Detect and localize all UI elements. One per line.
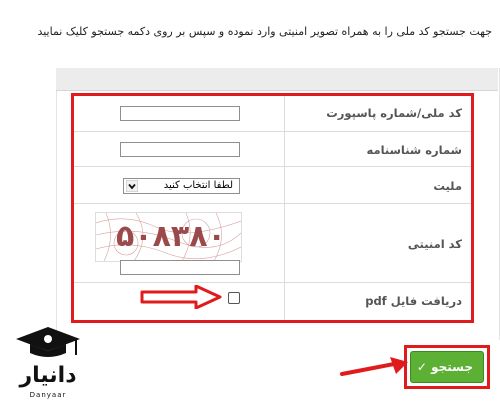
form-highlight-box: [71, 93, 474, 323]
instruction-text: جهت جستجو کد ملی را به همراه تصویر امنیت…: [37, 25, 492, 38]
search-button-label: جستجو: [431, 360, 473, 374]
graduation-cap-icon: [16, 327, 80, 357]
brand-logo: دانیار Danyaar: [8, 325, 88, 405]
form-header-bar: [56, 68, 498, 91]
brand-name-fa: دانیار: [19, 363, 77, 388]
annotation-arrow-to-checkbox: [140, 285, 222, 309]
brand-name-en: Danyaar: [29, 391, 67, 399]
annotation-arrow-to-button: [340, 357, 408, 376]
check-icon: ✓: [416, 360, 427, 374]
search-button[interactable]: جستجو ✓: [410, 351, 484, 383]
